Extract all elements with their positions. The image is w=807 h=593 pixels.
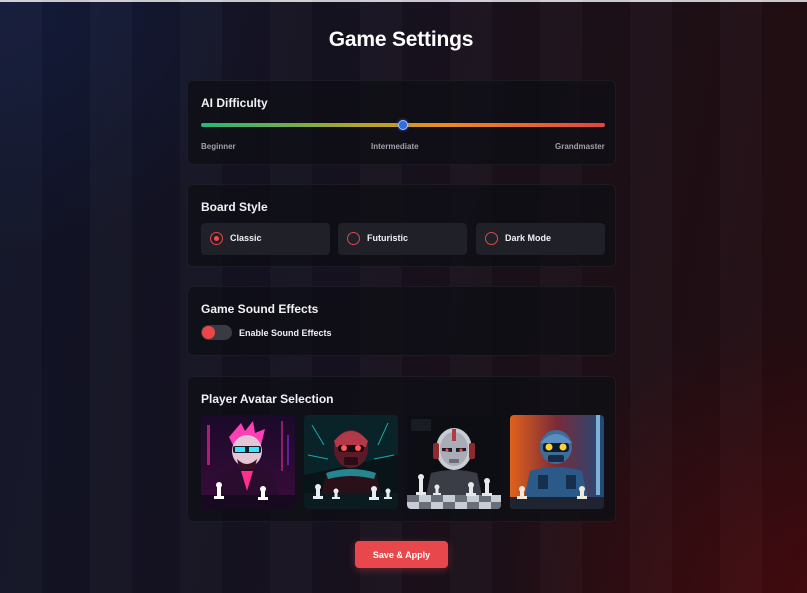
avatar-option-4[interactable] xyxy=(510,415,604,509)
board-style-option-classic[interactable]: Classic xyxy=(201,223,330,255)
difficulty-label-grandmaster: Grandmaster xyxy=(555,142,605,151)
silver-robot-chess-player-avatar-icon xyxy=(407,415,501,509)
avatar-title: Player Avatar Selection xyxy=(201,392,334,406)
teal-cyborg-chess-player-avatar-icon xyxy=(304,415,398,509)
toggle-knob[interactable] xyxy=(202,326,215,339)
radio-unselected-icon[interactable] xyxy=(347,232,360,245)
sound-effects-toggle-label: Enable Sound Effects xyxy=(239,328,332,338)
board-style-title: Board Style xyxy=(201,200,268,214)
avatar-option-3[interactable] xyxy=(407,415,501,509)
radio-unselected-icon[interactable] xyxy=(485,232,498,245)
neon-pink-chess-player-avatar-icon xyxy=(201,415,295,509)
board-style-option-label: Futuristic xyxy=(367,233,409,243)
board-style-option-label: Dark Mode xyxy=(505,233,552,243)
page-title: Game Settings xyxy=(328,28,474,51)
window-top-border xyxy=(0,0,807,2)
sound-title: Game Sound Effects xyxy=(201,302,319,316)
avatar-option-2[interactable] xyxy=(304,415,398,509)
difficulty-label-beginner: Beginner xyxy=(201,142,236,151)
sound-card: Game Sound Effects Enable Sound Effects xyxy=(187,286,616,356)
difficulty-title: AI Difficulty xyxy=(201,96,268,110)
difficulty-slider-thumb[interactable] xyxy=(398,120,408,130)
avatar-option-1[interactable] xyxy=(201,415,295,509)
board-style-option-futuristic[interactable]: Futuristic xyxy=(338,223,467,255)
sound-effects-toggle[interactable] xyxy=(201,325,232,340)
orange-blue-robot-chess-player-avatar-icon xyxy=(510,415,604,509)
board-style-option-dark-mode[interactable]: Dark Mode xyxy=(476,223,605,255)
difficulty-label-intermediate: Intermediate xyxy=(371,142,419,151)
board-style-card: Board Style Classic Futuristic Dark Mode xyxy=(187,184,616,267)
radio-selected-icon[interactable] xyxy=(210,232,223,245)
board-style-option-label: Classic xyxy=(230,233,262,243)
avatar-card: Player Avatar Selection xyxy=(187,376,616,522)
difficulty-card: AI Difficulty Beginner Intermediate Gran… xyxy=(187,80,616,165)
save-apply-button[interactable]: Save & Apply xyxy=(355,541,448,568)
